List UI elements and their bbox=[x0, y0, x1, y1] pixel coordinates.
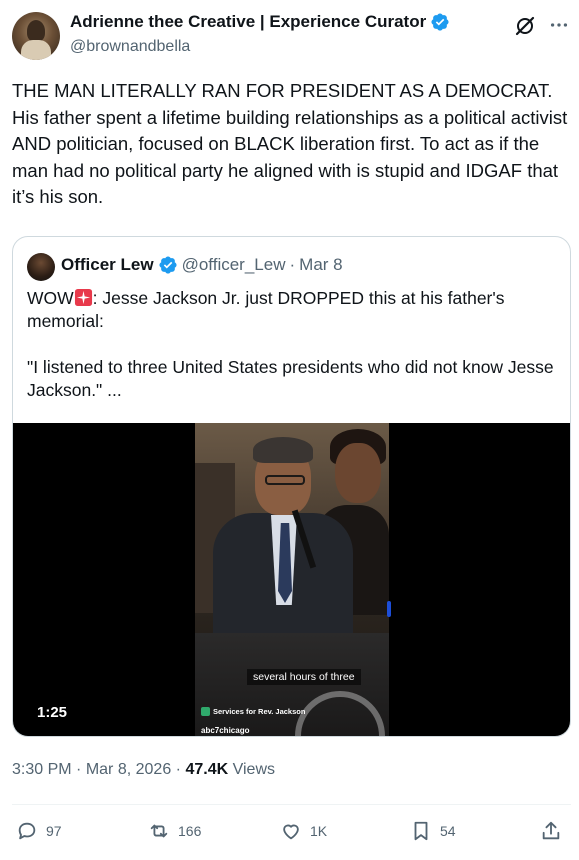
video-player[interactable]: several hours of three Services for Rev.… bbox=[13, 423, 570, 736]
frame-blue-marker bbox=[387, 601, 391, 617]
frame-glasses bbox=[265, 475, 305, 485]
repost-count: 166 bbox=[178, 823, 202, 839]
quote-text-prefix: WOW bbox=[27, 288, 74, 308]
reply-button[interactable]: 97 bbox=[16, 820, 62, 842]
video-caption: several hours of three bbox=[247, 669, 361, 685]
quote-verified-badge-icon bbox=[159, 256, 177, 274]
meta-separator: · bbox=[76, 761, 82, 778]
bookmark-icon bbox=[414, 821, 428, 841]
author-name-line[interactable]: Adrienne thee Creative | Experience Cura… bbox=[70, 12, 450, 32]
quote-text-body: : Jesse Jackson Jr. just DROPPED this at… bbox=[27, 288, 505, 331]
more-options-icon[interactable] bbox=[548, 14, 570, 36]
divider bbox=[12, 804, 571, 805]
quote-text-line2: "I listened to three United States presi… bbox=[27, 357, 554, 400]
video-frame: several hours of three Services for Rev.… bbox=[195, 423, 389, 736]
quote-date[interactable]: Mar 8 bbox=[299, 255, 342, 275]
frame-woman-head bbox=[335, 443, 381, 503]
like-button[interactable]: 1K bbox=[280, 820, 327, 842]
author-avatar[interactable] bbox=[12, 12, 60, 60]
bookmark-count: 54 bbox=[440, 823, 456, 839]
author-display-name[interactable]: Adrienne thee Creative | Experience Cura… bbox=[70, 12, 426, 32]
share-icon bbox=[542, 821, 560, 840]
avatar-figure bbox=[27, 20, 45, 42]
video-duration: 1:25 bbox=[37, 704, 68, 721]
avatar-body bbox=[21, 40, 51, 60]
siren-emoji-icon bbox=[74, 288, 92, 307]
lower-third-text: Services for Rev. Jackson bbox=[213, 707, 306, 716]
like-count: 1K bbox=[310, 823, 328, 839]
quote-tweet-card[interactable]: Officer Lew @officer_Lew · Mar 8 WOW: Je… bbox=[12, 236, 571, 737]
bookmark-button[interactable]: 54 bbox=[410, 820, 456, 842]
lower-third-badge-icon bbox=[201, 707, 210, 716]
author-handle[interactable]: @brownandbella bbox=[70, 38, 190, 56]
quote-text: WOW: Jesse Jackson Jr. just DROPPED this… bbox=[27, 287, 557, 425]
repost-button[interactable]: 166 bbox=[148, 820, 201, 842]
reply-count: 97 bbox=[46, 823, 62, 839]
verified-badge-icon bbox=[431, 13, 449, 31]
grok-icon[interactable] bbox=[513, 14, 537, 38]
meta-separator-2: · bbox=[175, 761, 181, 778]
quote-text-line1: WOW: Jesse Jackson Jr. just DROPPED this… bbox=[27, 287, 557, 333]
repost-icon bbox=[150, 824, 168, 838]
video-lower-third: Services for Rev. Jackson bbox=[201, 707, 305, 716]
quote-author-avatar[interactable] bbox=[27, 253, 55, 281]
views-count[interactable]: 47.4K bbox=[185, 761, 228, 778]
tweet-text: THE MAN LITERALLY RAN FOR PRESIDENT AS A… bbox=[12, 80, 568, 207]
frame-man-hair bbox=[253, 437, 313, 463]
reply-icon bbox=[18, 822, 36, 840]
tweet-meta: 3:30 PM · Mar 8, 2026 · 47.4K Views bbox=[12, 761, 275, 779]
views-label: Views bbox=[232, 761, 275, 778]
share-button[interactable] bbox=[540, 820, 562, 842]
tweet-header: Adrienne thee Creative | Experience Cura… bbox=[0, 0, 579, 72]
tweet-time[interactable]: 3:30 PM bbox=[12, 761, 72, 778]
quote-separator: · bbox=[289, 255, 296, 274]
quote-header: Officer Lew @officer_Lew · Mar 8 bbox=[61, 255, 343, 275]
quote-author-handle[interactable]: @officer_Lew bbox=[182, 255, 286, 275]
heart-icon bbox=[283, 824, 299, 840]
video-channel-label: abc7chicago bbox=[201, 726, 250, 735]
quote-author-name[interactable]: Officer Lew bbox=[61, 255, 154, 275]
tweet-date[interactable]: Mar 8, 2026 bbox=[86, 761, 171, 778]
